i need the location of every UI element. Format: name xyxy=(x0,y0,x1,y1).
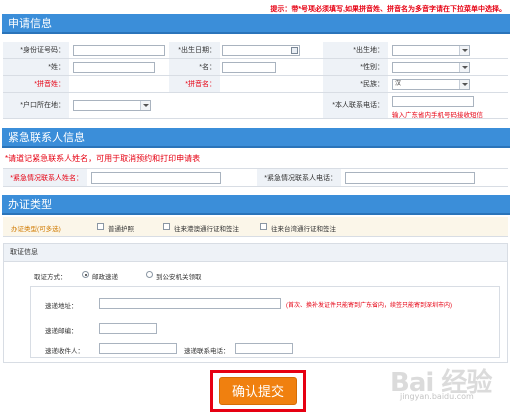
postcode-input[interactable] xyxy=(99,323,157,334)
ethnicity-value: 汉 xyxy=(395,81,402,87)
pinyin-given-label: *拼音名： xyxy=(169,76,220,92)
radio-express-label: 邮政速递 xyxy=(92,274,118,281)
section-header-cert-type: 办证类型 xyxy=(2,195,510,215)
surname-input[interactable] xyxy=(73,62,155,73)
section-header-apply-info: 申请信息 xyxy=(2,14,510,34)
chevron-down-icon xyxy=(459,63,469,72)
birthplace-select[interactable] xyxy=(392,45,470,56)
postcode-label: 速递邮编： xyxy=(45,328,78,335)
phone-input[interactable] xyxy=(392,96,474,107)
chevron-down-icon xyxy=(459,80,469,89)
pinyin-surname-label: *拼音姓： xyxy=(3,76,69,92)
surname-label: *姓： xyxy=(3,59,69,75)
required-tip: 提示：带*号项必须填写,如果拼音姓、拼音名为多音字请在下拉菜单中选择。 xyxy=(270,6,506,13)
ethnicity-label: *民族： xyxy=(323,76,388,92)
emergency-name-input[interactable] xyxy=(91,172,221,184)
radio-express[interactable] xyxy=(82,271,89,278)
calendar-icon[interactable] xyxy=(291,47,298,54)
chevron-down-icon xyxy=(459,46,469,55)
section-header-emergency: 紧急联系人信息 xyxy=(2,128,510,148)
address-label: 速递地址： xyxy=(45,303,78,310)
id-number-input[interactable] xyxy=(73,45,165,56)
option-taiwan-label: 往来台湾通行证和签注 xyxy=(271,226,336,233)
radio-police-pickup[interactable] xyxy=(146,271,153,278)
hukou-select[interactable] xyxy=(73,100,151,111)
emergency-phone-input[interactable] xyxy=(345,172,475,184)
given-name-label: *名： xyxy=(169,59,220,75)
hukou-label: *户口所在地： xyxy=(3,93,69,118)
form-row-2: *姓： *名： *性别： xyxy=(3,59,508,76)
emergency-name-label: *紧急情况联系人姓名： xyxy=(3,169,87,186)
form-row-1: *身份证号码： *出生日期： *出生地： xyxy=(3,42,508,59)
birthplace-label: *出生地： xyxy=(323,42,388,58)
section-header-pickup: 取证信息 xyxy=(4,244,507,262)
chevron-down-icon xyxy=(140,101,150,110)
phone-label: *本人联系电话： xyxy=(323,93,388,118)
address-input[interactable] xyxy=(99,298,281,309)
birth-date-label: *出生日期： xyxy=(169,42,220,58)
emergency-row: *紧急情况联系人姓名： *紧急情况联系人电话： xyxy=(3,168,508,187)
id-number-label: *身份证号码： xyxy=(3,42,69,58)
address-hint: (首次、换补发证件只能寄到广东省内，续签只能寄到深圳市内) xyxy=(286,303,452,309)
checkbox-taiwan[interactable] xyxy=(260,223,267,230)
recipient-phone-input[interactable] xyxy=(235,343,293,354)
recipient-input[interactable] xyxy=(99,343,177,354)
radio-police-pickup-label: 到公安机关领取 xyxy=(156,274,202,281)
emergency-notice: *请道记紧急联系人姓名，可用于取消预约和打印申请表 xyxy=(5,154,201,163)
cert-type-label: 办证类型(可多选) xyxy=(11,226,61,233)
emergency-phone-label: *紧急情况联系人电话： xyxy=(257,169,341,186)
pickup-panel: 取证信息 取证方式： 邮政速递 到公安机关领取 速递地址： (首次、换补发证件只… xyxy=(3,243,508,363)
checkbox-passport[interactable] xyxy=(97,223,104,230)
phone-hint: 输入广东省内手机号码接收短信 xyxy=(392,112,483,119)
form-row-4: *户口所在地： *本人联系电话： 输入广东省内手机号码接收短信 xyxy=(3,93,508,119)
cert-type-row: 办证类型(可多选) 普通护照 往来港澳通行证和签注 往来台湾通行证和签注 xyxy=(3,217,508,237)
submit-button[interactable]: 确认提交 xyxy=(219,377,297,405)
pickup-method-label: 取证方式： xyxy=(34,274,67,281)
checkbox-hk-macau[interactable] xyxy=(163,223,170,230)
recipient-phone-label: 速递联系电话： xyxy=(184,348,230,355)
express-box: 速递地址： (首次、换补发证件只能寄到广东省内，续签只能寄到深圳市内) 速递邮编… xyxy=(30,286,500,358)
gender-select[interactable] xyxy=(392,62,470,73)
option-hk-macau-label: 往来港澳通行证和签注 xyxy=(174,226,239,233)
recipient-label: 速递收件人： xyxy=(45,348,84,355)
gender-label: *性别： xyxy=(323,59,388,75)
ethnicity-select[interactable]: 汉 xyxy=(392,79,470,90)
birth-date-input[interactable] xyxy=(222,45,300,56)
form-row-3: *拼音姓： *拼音名： *民族： 汉 xyxy=(3,76,508,93)
given-name-input[interactable] xyxy=(222,62,276,73)
option-passport-label: 普通护照 xyxy=(108,226,134,233)
baidu-watermark-url: jingyan.baidu.com xyxy=(400,392,474,401)
